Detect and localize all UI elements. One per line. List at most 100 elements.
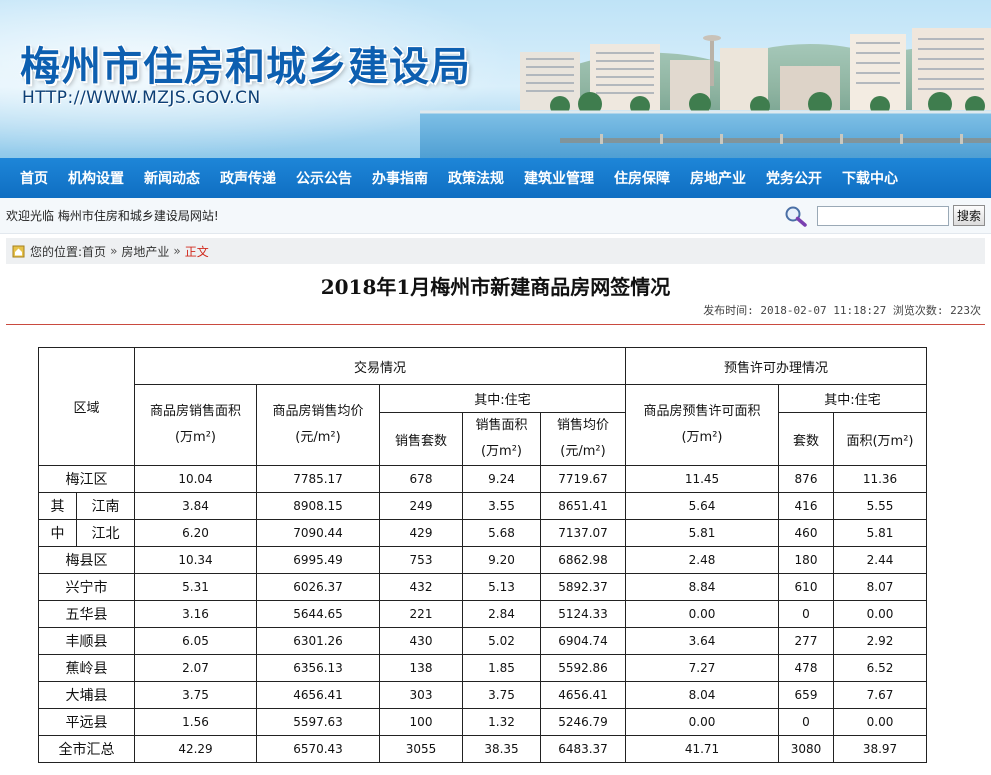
cell-value: 0.00 (625, 708, 779, 736)
cell-value: 5.31 (134, 573, 257, 601)
cell-value: 3080 (778, 735, 834, 763)
row-area: 梅县区 (38, 546, 135, 574)
header-sales-area: 商品房销售面积 (万m²) (134, 384, 257, 466)
cell-value: 1.32 (462, 708, 541, 736)
cell-value: 610 (778, 573, 834, 601)
nav-item-home[interactable]: 首页 (10, 168, 58, 188)
search-input[interactable] (816, 205, 949, 226)
table-row: 大埔县 3.75 4656.41 303 3.75 4656.41 8.04 6… (38, 681, 927, 709)
breadcrumb-separator: » (110, 244, 118, 258)
nav-item-real-estate[interactable]: 房地产业 (680, 168, 756, 188)
cell-value: 7090.44 (256, 519, 380, 547)
cell-value: 876 (778, 465, 834, 493)
cell-value: 9.24 (462, 465, 541, 493)
header-presale-area-unit: (万m²) (681, 430, 723, 445)
cell-value: 432 (379, 573, 463, 601)
nav-item-housing-security[interactable]: 住房保障 (604, 168, 680, 188)
site-url: HTTP://WWW.MZJS.GOV.CN (22, 88, 261, 108)
cell-value: 7719.67 (540, 465, 626, 493)
table-row-total: 全市汇总 42.29 6570.43 3055 38.35 6483.37 41… (38, 735, 927, 763)
nav-item-service-guide[interactable]: 办事指南 (362, 168, 438, 188)
cell-value: 7.27 (625, 654, 779, 682)
article-meta: 发布时间: 2018-02-07 11:18:27 浏览次数: 223次 (703, 304, 981, 317)
breadcrumb-label: 您的位置: (30, 244, 83, 259)
header-res-price-unit: (元/m²) (560, 444, 606, 459)
search-button[interactable]: 搜索 (952, 205, 985, 226)
header-res-area-label: 销售面积 (475, 418, 528, 433)
cell-value: 303 (379, 681, 463, 709)
cell-value: 8.84 (625, 573, 779, 601)
header-res-area: 销售面积 (万m²) (462, 412, 541, 466)
header-presale-res-area: 面积(万m²) (833, 412, 927, 466)
breadcrumb-home[interactable]: 首页 (82, 243, 106, 260)
cell-value: 5597.63 (256, 708, 380, 736)
cell-value: 430 (379, 627, 463, 655)
cell-value: 221 (379, 600, 463, 628)
cell-value: 2.92 (833, 627, 927, 655)
sub-label-top: 其 (38, 492, 77, 520)
cell-value: 478 (778, 654, 834, 682)
cell-value: 0.00 (625, 600, 779, 628)
cell-value: 249 (379, 492, 463, 520)
table-row: 丰顺县 6.05 6301.26 430 5.02 6904.74 3.64 2… (38, 627, 927, 655)
cell-value: 5.81 (625, 519, 779, 547)
header-res-price-label: 销售均价 (556, 418, 609, 433)
cell-value: 38.35 (462, 735, 541, 763)
cell-value: 6301.26 (256, 627, 380, 655)
cell-value: 0.00 (833, 600, 927, 628)
cell-value: 277 (778, 627, 834, 655)
nav-item-party-affairs[interactable]: 党务公开 (756, 168, 832, 188)
cell-value: 5644.65 (256, 600, 380, 628)
row-area: 蕉岭县 (38, 654, 135, 682)
row-area: 大埔县 (38, 681, 135, 709)
cell-value: 4656.41 (540, 681, 626, 709)
cell-value: 416 (778, 492, 834, 520)
table-row: 梅县区 10.34 6995.49 753 9.20 6862.98 2.48 … (38, 546, 927, 574)
header-residential: 其中:住宅 (379, 384, 626, 413)
cell-value: 5246.79 (540, 708, 626, 736)
cell-value: 5124.33 (540, 600, 626, 628)
header-presale-area-label: 商品房预售许可面积 (643, 404, 761, 419)
table-row: 中 江北 6.20 7090.44 429 5.68 7137.07 5.81 … (38, 519, 927, 547)
cell-value: 6026.37 (256, 573, 380, 601)
cell-value: 7137.07 (540, 519, 626, 547)
cell-value: 8.07 (833, 573, 927, 601)
header-sets: 销售套数 (379, 412, 463, 466)
cell-value: 2.44 (833, 546, 927, 574)
breadcrumb-current: 正文 (184, 244, 209, 259)
cell-value: 3.75 (134, 681, 257, 709)
cell-value: 7.67 (833, 681, 927, 709)
nav-item-construction[interactable]: 建筑业管理 (514, 168, 604, 188)
breadcrumb-real-estate[interactable]: 房地产业 (121, 243, 169, 260)
table-row: 其 江南 3.84 8908.15 249 3.55 8651.41 5.64 … (38, 492, 927, 520)
data-table-wrapper: 区域 交易情况 预售许可办理情况 商品房销售面积 (万m²) 商品房销售均价 (… (38, 347, 927, 763)
cell-value: 6483.37 (540, 735, 626, 763)
table-row: 平远县 1.56 5597.63 100 1.32 5246.79 0.00 0… (38, 708, 927, 736)
nav-item-policies[interactable]: 政策法规 (438, 168, 514, 188)
row-area: 兴宁市 (38, 573, 135, 601)
cell-value: 8651.41 (540, 492, 626, 520)
cell-value: 6862.98 (540, 546, 626, 574)
cell-value: 2.84 (462, 600, 541, 628)
cell-value: 678 (379, 465, 463, 493)
cell-value: 3.64 (625, 627, 779, 655)
cell-value: 3055 (379, 735, 463, 763)
search-area: 搜索 (783, 205, 985, 227)
cell-value: 10.34 (134, 546, 257, 574)
nav-item-announcements[interactable]: 公示公告 (286, 168, 362, 188)
nav-item-downloads[interactable]: 下载中心 (832, 168, 908, 188)
cell-value: 6.05 (134, 627, 257, 655)
header-sales-area-unit: (万m²) (174, 430, 217, 445)
cell-value: 7785.17 (256, 465, 380, 493)
cell-value: 5.81 (833, 519, 927, 547)
row-area: 丰顺县 (38, 627, 135, 655)
cell-value: 6356.13 (256, 654, 380, 682)
nav-item-government-voice[interactable]: 政声传递 (210, 168, 286, 188)
header-presale-sets: 套数 (778, 412, 834, 466)
cell-value: 38.97 (833, 735, 927, 763)
nav-item-organization[interactable]: 机构设置 (58, 168, 134, 188)
cell-value: 0 (778, 708, 834, 736)
cell-value: 3.55 (462, 492, 541, 520)
nav-item-news[interactable]: 新闻动态 (134, 168, 210, 188)
cell-value: 5.68 (462, 519, 541, 547)
